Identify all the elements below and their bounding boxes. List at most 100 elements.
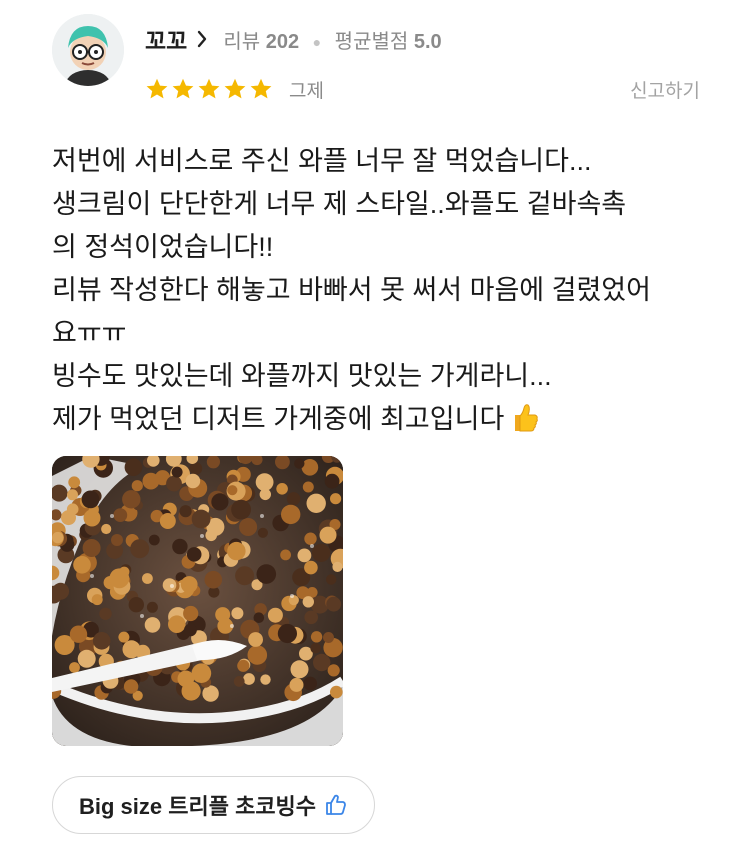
cereal-ball: [91, 594, 103, 606]
reviewer-avatar[interactable]: [52, 14, 124, 86]
cereal-ball: [111, 534, 123, 546]
menu-tag-label: Big size 트리플 초코빙수: [79, 794, 317, 819]
cereal-ball: [255, 473, 274, 491]
cereal-ball: [227, 485, 238, 496]
cereal-ball: [267, 607, 283, 623]
review-line-last: 제가 먹었던 디저트 가게중에 최고입니다: [52, 398, 712, 441]
cereal-ball: [324, 473, 340, 489]
cereal-ball: [172, 538, 188, 555]
cereal-ball: [327, 664, 340, 677]
cereal-ball: [101, 523, 112, 535]
avg-rating-label: 평균별점: [334, 30, 409, 53]
cereal-ball: [124, 458, 143, 476]
cereal-ball: [256, 564, 277, 584]
cereal-ball: [239, 518, 258, 536]
review-date: 그제: [289, 80, 324, 102]
chocolate-bingsu-image: [52, 456, 343, 746]
cereal-ball: [183, 605, 199, 622]
cereal-ball: [233, 676, 245, 687]
cereal-ball: [280, 549, 291, 561]
cereal-ball: [303, 676, 317, 691]
star-icon: [224, 78, 246, 99]
cereal-ball: [306, 493, 326, 513]
review-card: 꼬꼬 리뷰 202 ● 평균별점 5.0 그제 신고하기 저번에 서비스로 주신…: [0, 0, 754, 854]
cereal-ball: [142, 472, 160, 490]
cereal-ball: [144, 617, 161, 633]
menu-tag-chip[interactable]: Big size 트리플 초코빙수: [52, 776, 376, 834]
cereal-ball: [67, 489, 78, 501]
cereal-ball: [326, 596, 342, 612]
cereal-ball: [52, 531, 64, 544]
report-button[interactable]: 신고하기: [630, 76, 700, 103]
cereal-ball: [304, 532, 317, 545]
cereal-ball: [118, 631, 130, 643]
review-line: 저번에 서비스로 주신 와플 너무 잘 먹었습니다...: [52, 146, 592, 176]
cereal-ball: [69, 625, 88, 643]
star-icon: [198, 78, 220, 99]
cereal-ball: [185, 473, 201, 489]
cereal-ball: [297, 548, 312, 563]
avg-rating: 5.0: [413, 30, 442, 53]
cereal-ball: [330, 685, 343, 699]
reviewer-header: 꼬꼬 리뷰 202 ● 평균별점 5.0: [145, 22, 442, 56]
star-icon: [146, 78, 168, 99]
cereal-ball: [290, 660, 309, 679]
review-photo[interactable]: [52, 456, 343, 746]
cereal-ball: [148, 534, 160, 546]
cereal-ball: [142, 573, 153, 584]
cereal-ball: [179, 505, 192, 518]
cereal-ball: [257, 527, 268, 538]
reviewer-nickname[interactable]: 꼬꼬: [145, 22, 187, 56]
star-icon: [250, 78, 272, 99]
cereal-ball: [162, 578, 177, 592]
review-line: 리뷰 작성한다 해놓고 바빠서 못 써서 마음에 걸렸었어: [52, 275, 651, 305]
cereal-ball: [319, 526, 337, 544]
cereal-ball: [211, 493, 229, 511]
cereal-ball: [313, 653, 331, 672]
cereal-ball: [171, 466, 183, 478]
star-rating: [145, 77, 273, 101]
cereal-ball: [294, 458, 305, 469]
cereal-ball: [235, 566, 255, 586]
cereal-ball: [186, 547, 202, 562]
cereal-ball: [304, 610, 318, 625]
cereal-ball: [131, 480, 143, 492]
cereal-ball: [68, 476, 81, 489]
cereal-ball: [123, 679, 139, 694]
cereal-ball: [66, 503, 79, 515]
cereal-ball: [168, 615, 186, 633]
cereal-ball: [323, 632, 334, 643]
thumbs-up-outline-icon: [326, 794, 346, 815]
cereal-ball: [302, 481, 314, 493]
cereal-ball: [286, 492, 301, 506]
cereal-ball: [312, 543, 331, 562]
cereal-ball: [248, 632, 263, 647]
cereal-ball: [99, 607, 112, 620]
cereal-ball: [122, 490, 141, 509]
cereal-ball: [204, 570, 223, 589]
review-line: 생크림이 단단한게 너무 제 스타일..와플도 겉바속촉: [52, 189, 627, 219]
cereal-ball: [330, 493, 342, 505]
cereal-ball: [189, 462, 203, 475]
cereal-ball: [146, 601, 158, 613]
cereal-ball: [82, 539, 101, 557]
cereal-ball: [191, 509, 211, 529]
cereal-ball: [81, 490, 100, 509]
cereal-ball: [243, 673, 255, 685]
review-text: 저번에 서비스로 주신 와플 너무 잘 먹었습니다... 생크림이 단단한게 너…: [52, 140, 712, 441]
chevron-right-icon[interactable]: [197, 30, 207, 48]
review-count: 202: [265, 30, 300, 53]
cereal-ball: [289, 677, 304, 692]
cereal-ball: [159, 513, 176, 529]
cereal-ball: [69, 662, 80, 673]
cereal-ball: [180, 576, 198, 593]
cereal-ball: [227, 541, 246, 561]
cereal-ball: [202, 685, 219, 702]
star-icon: [172, 78, 194, 99]
cereal-ball: [128, 597, 144, 613]
review-count-label: 리뷰: [223, 30, 261, 53]
cereal-ball: [113, 508, 128, 522]
cereal-ball: [276, 483, 288, 495]
cereal-ball: [332, 561, 343, 572]
cereal-ball: [310, 642, 322, 654]
